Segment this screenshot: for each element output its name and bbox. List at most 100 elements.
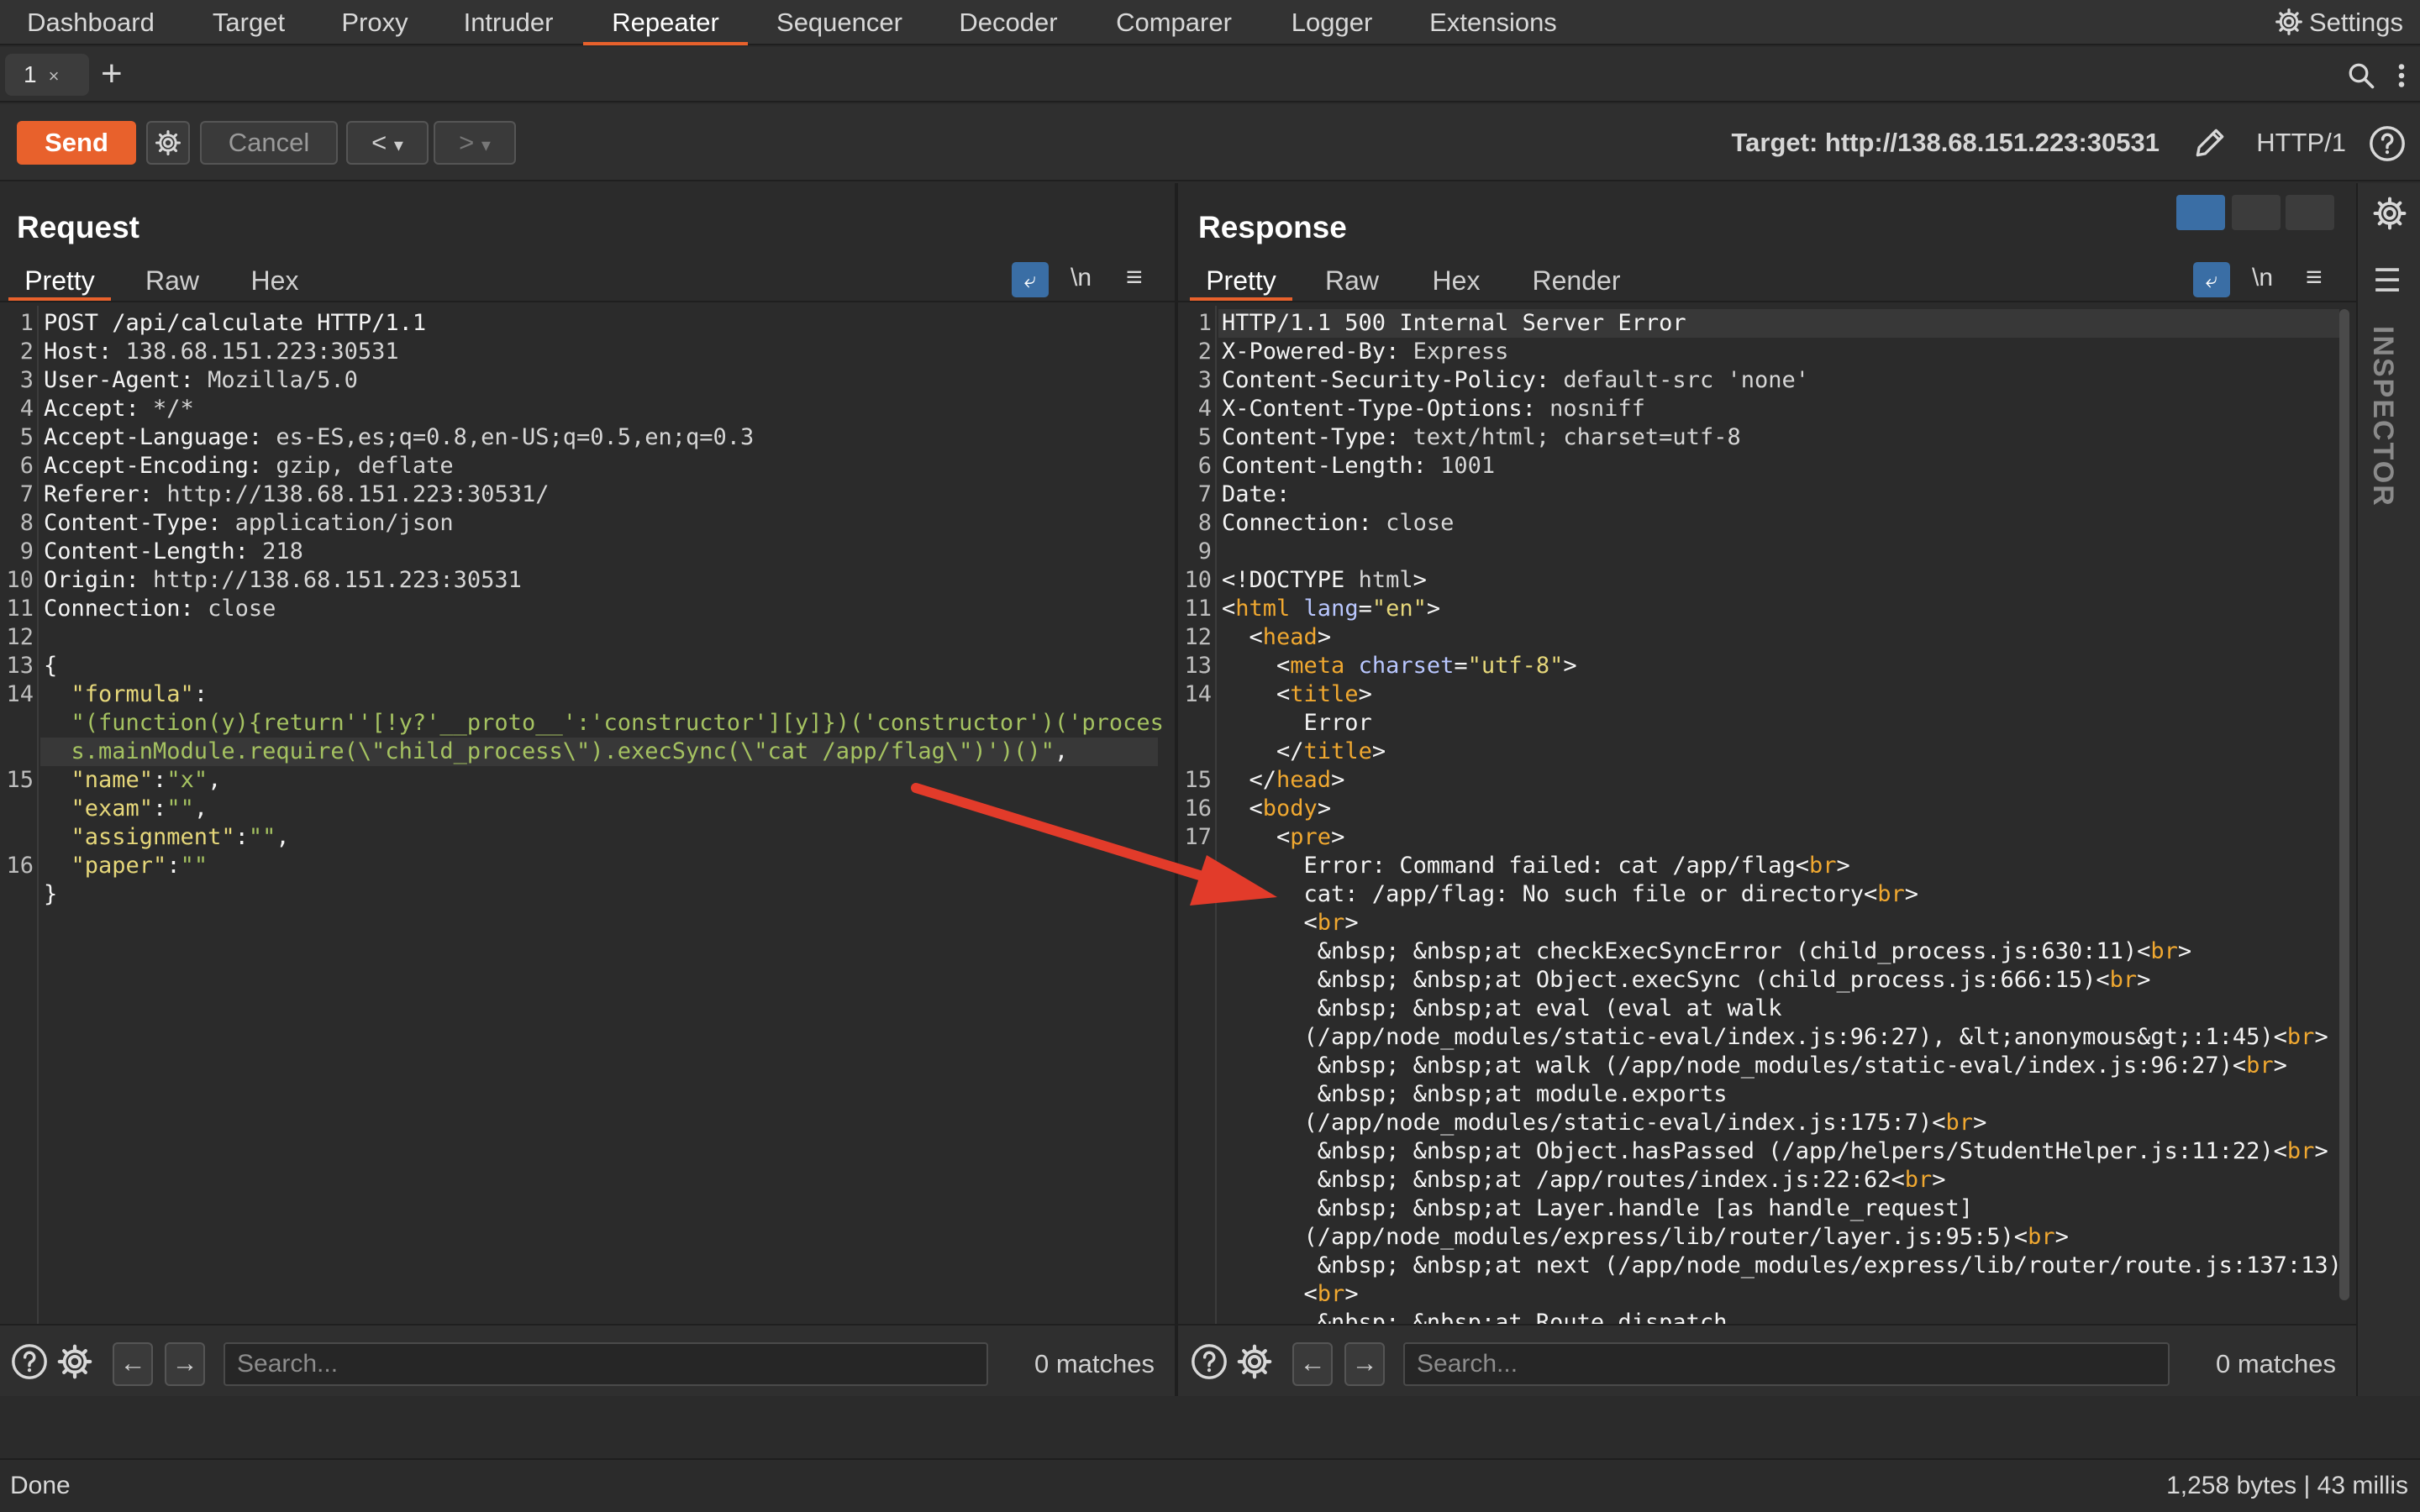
filter-icon[interactable]: ☰: [2373, 262, 2402, 300]
help-icon[interactable]: [1190, 1342, 1228, 1381]
tab-raw[interactable]: Raw: [1306, 260, 1398, 301]
response-editor[interactable]: 1 HTTP/1.1 500 Internal Server Error 2 X-Po…: [1178, 306, 2356, 1393]
more-icon[interactable]: [2393, 60, 2410, 91]
wrap-lines-icon[interactable]: ⤶: [2193, 262, 2230, 297]
code-line: 7 Referer: http://138.68.151.223:30531/: [0, 480, 1175, 509]
tab-pretty[interactable]: Pretty: [8, 260, 111, 301]
settings-button[interactable]: Settings: [2274, 0, 2403, 45]
back-button[interactable]: < ▾: [346, 121, 429, 165]
menu-icon[interactable]: ≡: [2306, 259, 2323, 296]
code-token: Content-Security-Policy:: [1222, 367, 1564, 393]
http-version-toggle[interactable]: HTTP/1: [2256, 121, 2346, 165]
code-token: Connection:: [44, 596, 208, 622]
code-line: <br>: [1178, 1280, 2356, 1309]
code-token: close: [208, 596, 276, 622]
code-line: 13 <meta charset="utf-8">: [1178, 652, 2356, 680]
tab-hex[interactable]: Hex: [1412, 260, 1501, 301]
response-view-tabs: Pretty Raw Hex Render: [1178, 260, 2356, 302]
code-token: <: [1222, 596, 1236, 622]
code-token: br: [1877, 881, 1905, 907]
help-icon[interactable]: [10, 1342, 49, 1381]
gear-icon[interactable]: [2371, 195, 2408, 232]
code-token: ,: [208, 767, 222, 793]
code-token: ,: [193, 795, 208, 822]
arrow-right-icon: →: [171, 1348, 198, 1378]
add-tab-button[interactable]: +: [101, 50, 123, 97]
nav-target[interactable]: Target: [187, 0, 311, 45]
code-token: Error: Command failed: cat /app/flag<: [1222, 853, 1809, 879]
close-icon[interactable]: ×: [49, 66, 60, 87]
line-number: 11: [6, 596, 34, 622]
nav-logger[interactable]: Logger: [1269, 0, 1395, 45]
layout-single-button[interactable]: [2286, 195, 2334, 230]
layout-side-by-side-button[interactable]: [2176, 195, 2225, 230]
newline-toggle[interactable]: \n: [1071, 260, 1092, 296]
line-content: &nbsp; &nbsp;at module.exports: [1222, 1080, 1728, 1109]
repeater-toolbar: Send Cancel < ▾ > ▾ Target: http://138.6…: [0, 104, 2420, 181]
previous-match-button[interactable]: ←: [1292, 1342, 1333, 1386]
code-token: POST /api/calculate HTTP/1.1: [44, 310, 427, 336]
gear-icon[interactable]: [1235, 1342, 1274, 1381]
code-token: =: [1358, 596, 1372, 622]
request-search-input[interactable]: Search...: [224, 1342, 988, 1386]
line-number: 6: [1197, 453, 1212, 479]
tab-raw[interactable]: Raw: [126, 260, 218, 301]
next-match-button[interactable]: →: [165, 1342, 205, 1386]
newline-toggle[interactable]: \n: [2252, 260, 2273, 296]
gear-icon[interactable]: [55, 1342, 94, 1381]
line-number: 16: [6, 853, 34, 879]
code-token: 218: [262, 538, 303, 564]
code-token: <!DOCTYPE: [1222, 567, 1359, 593]
code-token: </: [1222, 738, 1304, 764]
nav-repeater[interactable]: Repeater: [583, 0, 748, 45]
nav-proxy[interactable]: Proxy: [323, 0, 427, 45]
send-button[interactable]: Send: [17, 121, 136, 165]
nav-extensions[interactable]: Extensions: [1418, 0, 1568, 45]
tab-pretty[interactable]: Pretty: [1190, 260, 1292, 301]
code-line: 7 Date:: [1178, 480, 2356, 509]
nav-sequencer[interactable]: Sequencer: [760, 0, 919, 45]
forward-button[interactable]: > ▾: [434, 121, 516, 165]
line-content: Error: Command failed: cat /app/flag<br>: [1222, 852, 1850, 880]
nav-dashboard[interactable]: Dashboard: [10, 0, 171, 45]
code-token: Express: [1413, 339, 1509, 365]
nav-decoder[interactable]: Decoder: [941, 0, 1076, 45]
code-token: Error: [1222, 710, 1372, 736]
nav-intruder[interactable]: Intruder: [445, 0, 571, 45]
code-token: Date:: [1222, 481, 1291, 507]
code-token: >: [1317, 795, 1332, 822]
request-title: Request: [17, 210, 139, 244]
tab-render[interactable]: Render: [1518, 260, 1635, 301]
code-line: &nbsp; &nbsp;at /app/routes/index.js:22:…: [1178, 1166, 2356, 1194]
nav-comparer[interactable]: Comparer: [1102, 0, 1245, 45]
layout-stacked-button[interactable]: [2232, 195, 2281, 230]
code-token: br: [2286, 1024, 2315, 1050]
menu-icon[interactable]: ≡: [1126, 259, 1143, 296]
code-line: 13 {: [0, 652, 1175, 680]
wrap-lines-icon[interactable]: ⤶: [1012, 262, 1049, 297]
previous-match-button[interactable]: ←: [113, 1342, 153, 1386]
help-icon[interactable]: [2368, 124, 2407, 163]
repeater-tab-1[interactable]: 1 ×: [5, 54, 89, 96]
line-number: 6: [19, 453, 34, 479]
line-number: 9: [19, 538, 34, 564]
code-line: 4 X-Content-Type-Options: nosniff: [1178, 395, 2356, 423]
inspector-sidebar[interactable]: ☰ INSPECTOR: [2356, 183, 2420, 1396]
send-options-button[interactable]: [146, 121, 190, 165]
line-number: 3: [1197, 367, 1212, 393]
response-search-input[interactable]: Search...: [1403, 1342, 2170, 1386]
line-content: "assignment":"",: [44, 823, 290, 852]
code-token: >: [2273, 1053, 2287, 1079]
next-match-button[interactable]: →: [1344, 1342, 1385, 1386]
code-line: 9: [1178, 538, 2356, 566]
code-token: &nbsp; &nbsp;at walk (/app/node_modules/…: [1222, 1053, 2247, 1079]
code-token: <: [1222, 653, 1291, 679]
code-token: "x": [166, 767, 208, 793]
search-icon[interactable]: [2346, 60, 2376, 91]
line-number: 7: [19, 481, 34, 507]
edit-pencil-icon[interactable]: [2191, 124, 2228, 161]
scrollbar[interactable]: [2339, 309, 2349, 1300]
code-token: X-Content-Type-Options:: [1222, 396, 1550, 422]
cancel-button[interactable]: Cancel: [200, 121, 338, 165]
tab-hex[interactable]: Hex: [230, 260, 319, 301]
